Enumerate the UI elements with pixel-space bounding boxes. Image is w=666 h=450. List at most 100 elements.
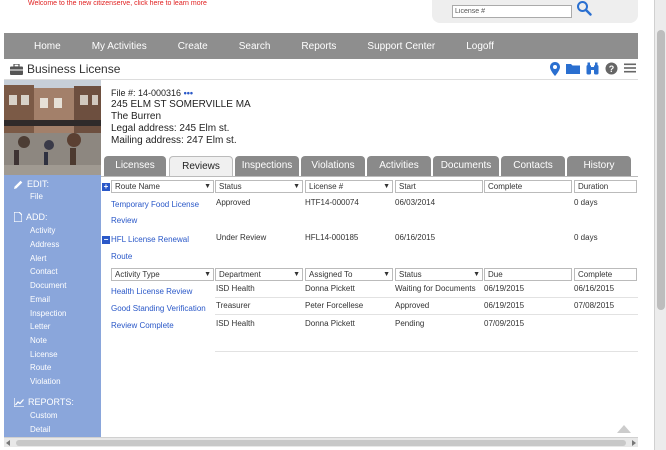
nav-search[interactable]: Search bbox=[239, 41, 271, 52]
activity-type-link[interactable]: Health License Review bbox=[111, 287, 192, 296]
sidebar-add-email[interactable]: Email bbox=[30, 295, 50, 304]
activity-due: 06/19/2015 bbox=[484, 284, 525, 293]
tab-history[interactable]: History bbox=[567, 156, 631, 176]
scroll-right-icon[interactable] bbox=[632, 440, 636, 446]
route-start: 06/03/2014 bbox=[395, 198, 436, 207]
sidebar-add-violation[interactable]: Violation bbox=[30, 377, 61, 386]
sidebar-report-custom[interactable]: Custom bbox=[30, 411, 58, 420]
activity-status: Pending bbox=[395, 319, 425, 328]
activity-type-link[interactable]: Review Complete bbox=[111, 321, 174, 330]
sidebar-add-inspection[interactable]: Inspection bbox=[30, 309, 66, 318]
help-icon[interactable]: ? bbox=[605, 62, 618, 75]
sidebar: EDIT: File ADD: Activity Address Alert C… bbox=[4, 175, 101, 437]
main-nav: Home My Activities Create Search Reports… bbox=[4, 33, 638, 59]
more-options-icon[interactable]: ••• bbox=[184, 88, 193, 98]
briefcase-icon bbox=[10, 64, 23, 75]
map-marker-icon[interactable] bbox=[550, 62, 560, 76]
tab-inspections[interactable]: Inspections bbox=[235, 156, 299, 176]
expand-all-icon[interactable]: + bbox=[102, 183, 110, 191]
file-info: File #: 14-000316 ••• 245 ELM ST SOMERVI… bbox=[111, 87, 251, 147]
search-icon[interactable] bbox=[576, 0, 592, 16]
column-due[interactable]: Due bbox=[484, 268, 572, 281]
route-license: HFL14-000185 bbox=[305, 233, 359, 242]
sidebar-add-activity[interactable]: Activity bbox=[30, 226, 55, 235]
route-name-link[interactable]: Temporary Food License bbox=[111, 200, 199, 209]
folder-icon[interactable] bbox=[566, 62, 580, 75]
sidebar-add-note[interactable]: Note bbox=[30, 336, 47, 345]
page-title: Business License bbox=[27, 62, 121, 76]
legal-address: Legal address: 245 Elm st. bbox=[111, 123, 230, 134]
route-status: Approved bbox=[216, 198, 251, 207]
sidebar-add-document[interactable]: Document bbox=[30, 281, 66, 290]
nav-reports[interactable]: Reports bbox=[301, 41, 336, 52]
sidebar-add-letter[interactable]: Letter bbox=[30, 322, 50, 331]
nav-my-activities[interactable]: My Activities bbox=[92, 41, 147, 52]
welcome-link[interactable]: Welcome to the new citizenserve, click h… bbox=[28, 0, 207, 8]
column-start[interactable]: Start bbox=[395, 180, 483, 193]
hamburger-menu-icon[interactable] bbox=[624, 62, 636, 74]
top-header: Welcome to the new citizenserve, click h… bbox=[0, 0, 666, 33]
column-department[interactable]: Department ▼ bbox=[215, 268, 303, 281]
activity-department: ISD Health bbox=[216, 319, 255, 328]
nav-logoff[interactable]: Logoff bbox=[466, 41, 494, 52]
sidebar-add-license[interactable]: License bbox=[30, 350, 58, 359]
svg-text:?: ? bbox=[609, 64, 615, 74]
column-status[interactable]: Status ▼ bbox=[215, 180, 303, 193]
column-duration[interactable]: Duration bbox=[574, 180, 637, 193]
tab-contacts[interactable]: Contacts bbox=[501, 156, 565, 176]
activity-type-link[interactable]: Good Standing Verification bbox=[111, 304, 206, 313]
tab-documents[interactable]: Documents bbox=[433, 156, 499, 176]
file-address: 245 ELM ST SOMERVILLE MA bbox=[111, 99, 251, 110]
file-number: File #: 14-000316 bbox=[111, 88, 182, 98]
activity-complete: 07/08/2015 bbox=[574, 301, 615, 310]
activity-assigned-to: Donna Pickett bbox=[305, 284, 355, 293]
horizontal-scrollbar[interactable] bbox=[4, 437, 638, 447]
property-photo bbox=[4, 80, 101, 175]
route-name-link[interactable]: HFL License Renewal bbox=[111, 235, 189, 244]
route-start: 06/16/2015 bbox=[395, 233, 436, 242]
route-name-link-cont[interactable]: Route bbox=[111, 252, 132, 261]
nav-create[interactable]: Create bbox=[178, 41, 208, 52]
tab-bar: Licenses Reviews Inspections Violations … bbox=[101, 156, 638, 177]
column-activity-complete[interactable]: Complete bbox=[574, 268, 637, 281]
sidebar-add-contact[interactable]: Contact bbox=[30, 267, 58, 276]
scroll-top-icon[interactable] bbox=[617, 425, 631, 433]
vertical-scrollbar[interactable] bbox=[654, 0, 666, 450]
collapse-icon[interactable]: − bbox=[102, 236, 110, 244]
column-complete[interactable]: Complete bbox=[484, 180, 572, 193]
activity-department: Treasurer bbox=[216, 301, 251, 310]
sidebar-add-address[interactable]: Address bbox=[30, 240, 59, 249]
activity-department: ISD Health bbox=[216, 284, 255, 293]
route-license: HTF14-000074 bbox=[305, 198, 359, 207]
search-input[interactable] bbox=[452, 5, 572, 18]
nav-support-center[interactable]: Support Center bbox=[367, 41, 435, 52]
tab-licenses[interactable]: Licenses bbox=[104, 156, 166, 176]
scrollbar-thumb[interactable] bbox=[16, 440, 626, 446]
route-name-link-cont[interactable]: Review bbox=[111, 216, 137, 225]
chart-icon bbox=[14, 397, 24, 407]
tab-activities[interactable]: Activities bbox=[367, 156, 431, 176]
business-name: The Burren bbox=[111, 111, 162, 122]
tab-violations[interactable]: Violations bbox=[301, 156, 365, 176]
sidebar-report-detail[interactable]: Detail bbox=[30, 425, 50, 434]
document-icon bbox=[14, 212, 22, 222]
binoculars-icon[interactable] bbox=[586, 62, 599, 75]
activity-status: Approved bbox=[395, 301, 430, 310]
sidebar-add-alert[interactable]: Alert bbox=[30, 254, 46, 263]
column-assigned-to[interactable]: Assigned To ▼ bbox=[305, 268, 393, 281]
scroll-left-icon[interactable] bbox=[6, 440, 10, 446]
column-license-number[interactable]: License # ▼ bbox=[305, 180, 393, 193]
sidebar-edit-heading: EDIT: bbox=[14, 179, 49, 189]
sidebar-edit-file[interactable]: File bbox=[30, 192, 43, 201]
route-duration: 0 days bbox=[574, 198, 598, 207]
sidebar-reports-heading: REPORTS: bbox=[14, 397, 74, 407]
vertical-scrollbar-thumb[interactable] bbox=[657, 30, 665, 310]
nav-home[interactable]: Home bbox=[34, 41, 61, 52]
route-status: Under Review bbox=[216, 233, 267, 242]
activity-status: Waiting for Documents bbox=[395, 284, 476, 293]
column-route-name[interactable]: Route Name ▼ bbox=[111, 180, 214, 193]
sidebar-add-route[interactable]: Route bbox=[30, 363, 51, 372]
tab-reviews[interactable]: Reviews bbox=[169, 156, 233, 177]
column-activity-status[interactable]: Status ▼ bbox=[395, 268, 483, 281]
column-activity-type[interactable]: Activity Type ▼ bbox=[111, 268, 214, 281]
